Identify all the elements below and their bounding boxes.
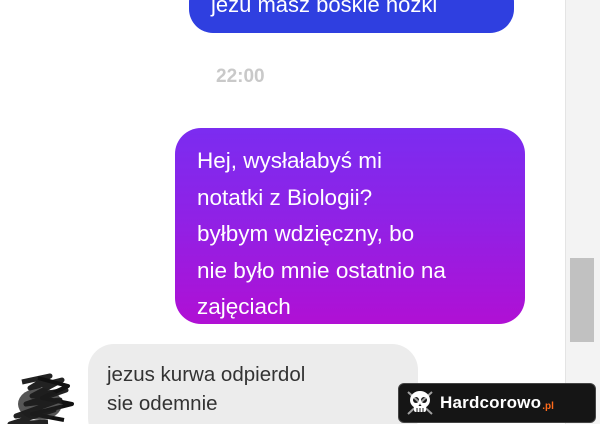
scrollbar-thumb[interactable] (570, 258, 594, 342)
chat-window: jezu masz boskie nóżki 22:00 Hej, wysłał… (0, 0, 600, 424)
outgoing-message-bubble-main[interactable]: Hej, wysłałabyś mi notatki z Biologii? b… (175, 128, 525, 324)
outgoing-message-bubble[interactable]: jezu masz boskie nóżki (189, 0, 514, 33)
message-line: notatki z Biologii? (197, 184, 373, 210)
message-line: byłbym wdzięczny, bo (197, 221, 415, 246)
incoming-message-bubble[interactable]: jezus kurwa odpierdol sie odemnie (88, 344, 418, 424)
scribbled-avatar-icon (7, 373, 74, 424)
skull-icon (407, 391, 433, 415)
avatar[interactable] (2, 370, 82, 424)
message-line: jezus kurwa odpierdol (107, 363, 306, 386)
message-text: jezu masz boskie nóżki (211, 0, 438, 17)
watermark-tld: .pl (542, 400, 554, 412)
message-line: zajęciach (197, 294, 291, 319)
message-line: sie odemnie (107, 392, 218, 415)
watermark-logo: Hardcorowo .pl (398, 383, 596, 423)
message-line: Hej, wysłałabyś mi (197, 148, 383, 173)
message-line: nie było mnie ostatnio na (197, 257, 446, 283)
scrollbar[interactable] (565, 0, 600, 424)
message-timestamp: 22:00 (216, 66, 265, 87)
watermark-name: Hardcorowo (440, 393, 542, 412)
